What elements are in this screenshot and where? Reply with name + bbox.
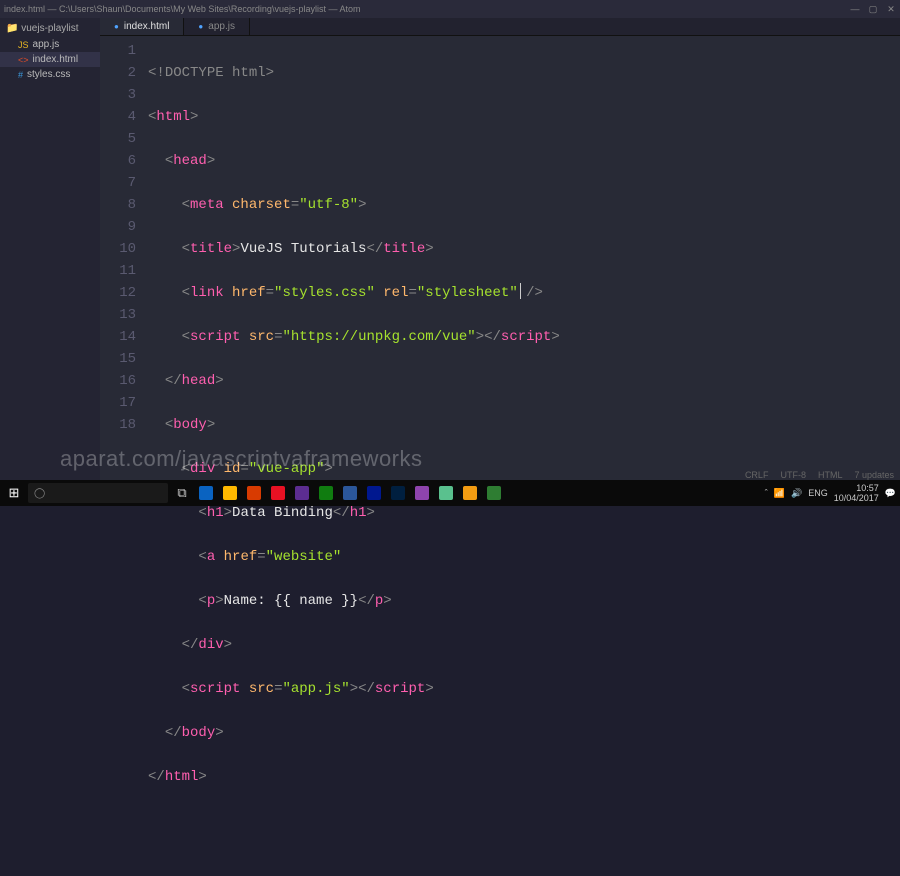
tab-app-js[interactable]: ● app.js (184, 18, 250, 35)
modified-dot-icon: ● (198, 22, 203, 31)
line-gutter: 123 456 789 101112 131415 161718 (100, 40, 148, 876)
status-bar: CRLF UTF-8 HTML 7 updates (745, 470, 894, 480)
file-tree[interactable]: 📁 vuejs-playlist JS app.js <> index.html… (0, 18, 100, 480)
tree-item-appjs[interactable]: JS app.js (0, 37, 100, 52)
app-icon[interactable] (340, 483, 360, 503)
status-crlf[interactable]: CRLF (745, 470, 769, 480)
system-tray[interactable]: ˆ 📶 🔊 ENG 10:57 10/04/2017 💬 (765, 483, 896, 503)
tray-date[interactable]: 10/04/2017 (834, 493, 879, 503)
app-icon[interactable] (268, 483, 288, 503)
windows-taskbar[interactable]: ⊞ ◯ ⧉ ˆ 📶 🔊 ENG 10:57 10/04/2017 💬 (0, 480, 900, 506)
status-encoding[interactable]: UTF-8 (780, 470, 806, 480)
window-title: index.html — C:\Users\Shaun\Documents\My… (4, 4, 360, 14)
project-root[interactable]: 📁 vuejs-playlist (0, 20, 100, 37)
app-icon[interactable] (436, 483, 456, 503)
app-icon[interactable] (412, 483, 432, 503)
window-minimize[interactable]: — (850, 4, 860, 14)
css-file-icon: # (18, 70, 23, 80)
app-icon[interactable] (244, 483, 264, 503)
tray-notifications-icon[interactable]: 💬 (885, 488, 896, 499)
tree-item-label: styles.css (27, 69, 70, 80)
tray-volume-icon[interactable]: 🔊 (791, 488, 802, 499)
tree-item-indexhtml[interactable]: <> index.html (0, 52, 100, 67)
app-icon[interactable] (388, 483, 408, 503)
tab-label: index.html (124, 21, 170, 32)
app-icon[interactable] (364, 483, 384, 503)
window-close[interactable]: ✕ (886, 4, 896, 15)
html-file-icon: <> (18, 55, 29, 65)
app-icon[interactable] (292, 483, 312, 503)
cortana-icon: ◯ (34, 488, 45, 499)
app-icon[interactable] (196, 483, 216, 503)
app-icon[interactable] (484, 483, 504, 503)
status-language[interactable]: HTML (818, 470, 843, 480)
window-maximize[interactable]: ▢ (868, 4, 878, 15)
window-titlebar: index.html — C:\Users\Shaun\Documents\My… (0, 0, 900, 18)
editor-tabs: ● index.html ● app.js (100, 18, 900, 36)
project-label: vuejs-playlist (21, 23, 78, 34)
app-icon[interactable] (220, 483, 240, 503)
text-cursor (520, 283, 521, 299)
start-button[interactable]: ⊞ (4, 483, 24, 503)
tray-time[interactable]: 10:57 (834, 483, 879, 493)
editor: ● index.html ● app.js 123 456 789 101112… (100, 18, 900, 480)
app-icon[interactable] (460, 483, 480, 503)
task-view-icon[interactable]: ⧉ (172, 483, 192, 503)
tray-language[interactable]: ENG (808, 488, 828, 498)
code-area[interactable]: 123 456 789 101112 131415 161718 <!DOCTY… (100, 36, 900, 876)
tab-index-html[interactable]: ● index.html (100, 18, 184, 35)
status-updates[interactable]: 7 updates (854, 470, 894, 480)
tab-label: app.js (208, 21, 235, 32)
folder-icon: 📁 (6, 23, 18, 34)
tray-chevron-up-icon[interactable]: ˆ (765, 488, 768, 498)
tree-item-label: index.html (33, 54, 79, 65)
app-icon[interactable] (316, 483, 336, 503)
taskbar-search[interactable]: ◯ (28, 483, 168, 503)
code-content[interactable]: <!DOCTYPE html> <html> <head> <meta char… (148, 40, 900, 876)
js-file-icon: JS (18, 40, 29, 50)
tree-item-stylescss[interactable]: # styles.css (0, 67, 100, 82)
modified-dot-icon: ● (114, 22, 119, 31)
tray-network-icon[interactable]: 📶 (774, 488, 785, 499)
tree-item-label: app.js (33, 39, 60, 50)
